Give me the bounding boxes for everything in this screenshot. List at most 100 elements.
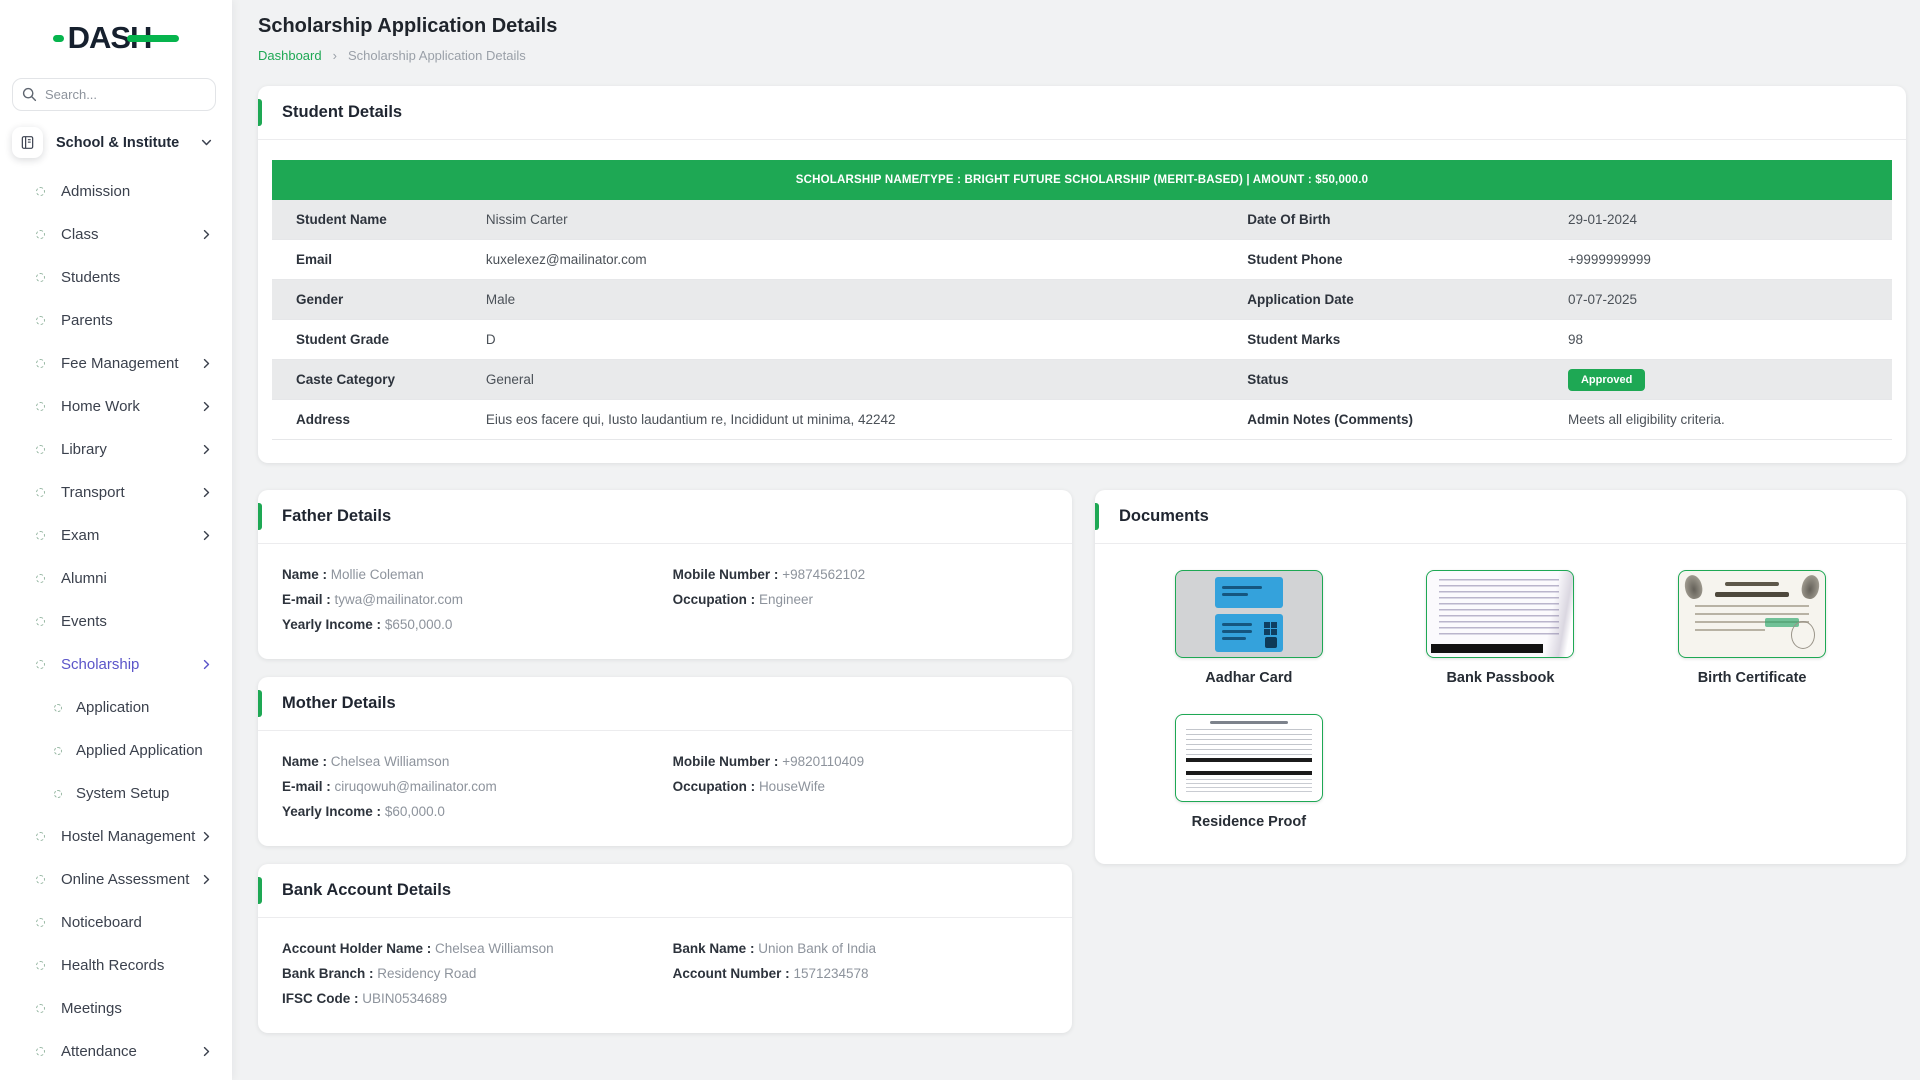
sidebar-section-school-institute[interactable]: School & Institute bbox=[12, 127, 220, 158]
field-label: Student Name bbox=[272, 212, 486, 227]
dashed-circle-icon bbox=[54, 790, 62, 798]
sidebar-item-fee-management[interactable]: Fee Management bbox=[0, 342, 232, 385]
documents-card: Documents Aadhar CardBank PassbookBirth … bbox=[1095, 490, 1906, 864]
info-column: Name : Chelsea WilliamsonE-mail : ciruqo… bbox=[282, 754, 673, 819]
residence-proof-thumbnail[interactable] bbox=[1175, 714, 1323, 802]
right-column: Documents Aadhar CardBank PassbookBirth … bbox=[1095, 490, 1906, 864]
field-label: Student Marks bbox=[1247, 332, 1568, 347]
sidebar-item-parents[interactable]: Parents bbox=[0, 299, 232, 342]
chevron-right-icon bbox=[201, 874, 212, 885]
info-field-value: $60,000.0 bbox=[385, 804, 445, 819]
sidebar-item-library[interactable]: Library bbox=[0, 428, 232, 471]
sidebar-item-label: Applied Application bbox=[76, 742, 212, 759]
dashed-circle-icon bbox=[36, 359, 45, 368]
info-field-value: Engineer bbox=[759, 592, 813, 607]
sidebar-item-noticeboard[interactable]: Noticeboard bbox=[0, 901, 232, 944]
info-field-label: Name : bbox=[282, 754, 327, 769]
dashed-circle-icon bbox=[54, 747, 62, 755]
info-field: Occupation : Engineer bbox=[673, 592, 1048, 607]
sidebar-item-scholarship[interactable]: Scholarship bbox=[0, 643, 232, 686]
sidebar-item-alumni[interactable]: Alumni bbox=[0, 557, 232, 600]
sidebar-item-admission[interactable]: Admission bbox=[0, 170, 232, 213]
sidebar-item-label: Library bbox=[61, 441, 201, 458]
chevron-right-icon bbox=[201, 831, 212, 842]
field-label: Email bbox=[272, 252, 486, 267]
dashed-circle-icon bbox=[36, 574, 45, 583]
logo-dash-icon bbox=[53, 35, 64, 42]
field-label: Gender bbox=[272, 292, 486, 307]
sidebar-section-label: School & Institute bbox=[56, 135, 201, 151]
sidebar-item-exam[interactable]: Exam bbox=[0, 514, 232, 557]
info-field-value: UBIN0534689 bbox=[362, 991, 447, 1006]
field-value: 98 bbox=[1568, 332, 1892, 347]
sidebar-item-online-assessment[interactable]: Online Assessment bbox=[0, 858, 232, 901]
chevron-right-icon bbox=[201, 444, 212, 455]
bank-passbook-thumbnail[interactable] bbox=[1426, 570, 1574, 658]
info-field-value: HouseWife bbox=[759, 779, 825, 794]
dashed-circle-icon bbox=[36, 1004, 45, 1013]
breadcrumb-current: Scholarship Application Details bbox=[348, 48, 526, 63]
sidebar-item-home-work[interactable]: Home Work bbox=[0, 385, 232, 428]
aadhar-card-thumbnail[interactable] bbox=[1175, 570, 1323, 658]
info-field-label: Yearly Income : bbox=[282, 617, 381, 632]
dashed-circle-icon bbox=[36, 230, 45, 239]
sidebar-item-label: Health Records bbox=[61, 957, 212, 974]
sidebar-item-label: Scholarship bbox=[61, 656, 201, 673]
sidebar-item-hostel-management[interactable]: Hostel Management bbox=[0, 815, 232, 858]
birth-certificate-thumbnail[interactable] bbox=[1678, 570, 1826, 658]
dashed-circle-icon bbox=[36, 273, 45, 282]
breadcrumb-separator-icon: › bbox=[333, 48, 337, 63]
info-field: Account Holder Name : Chelsea Williamson bbox=[282, 941, 673, 956]
sidebar-item-label: Attendance bbox=[61, 1043, 201, 1060]
sidebar-item-label: Online Assessment bbox=[61, 871, 201, 888]
sidebar-item-label: Exam bbox=[61, 527, 201, 544]
app-logo[interactable]: DASH bbox=[0, 0, 232, 64]
sidebar-item-system-setup[interactable]: System Setup bbox=[0, 772, 232, 815]
search-input[interactable] bbox=[12, 78, 216, 111]
info-field-value: 1571234578 bbox=[793, 966, 868, 981]
field-label: Status bbox=[1247, 372, 1568, 387]
student-table-row: Student GradeDStudent Marks98 bbox=[272, 320, 1892, 360]
document-label: Bank Passbook bbox=[1446, 670, 1554, 686]
sidebar-item-events[interactable]: Events bbox=[0, 600, 232, 643]
mother-details-card: Mother Details Name : Chelsea Williamson… bbox=[258, 677, 1072, 846]
sidebar-item-health-records[interactable]: Health Records bbox=[0, 944, 232, 987]
info-field-value: ciruqowuh@mailinator.com bbox=[335, 779, 497, 794]
dashed-circle-icon bbox=[36, 961, 45, 970]
main-content: Scholarship Application Details Dashboar… bbox=[232, 0, 1920, 1080]
info-column: Account Holder Name : Chelsea Williamson… bbox=[282, 941, 673, 1006]
document-item-residence-proof: Residence Proof bbox=[1123, 714, 1375, 830]
sidebar-item-transport[interactable]: Transport bbox=[0, 471, 232, 514]
sidebar-item-application[interactable]: Application bbox=[0, 686, 232, 729]
sidebar-item-class[interactable]: Class bbox=[0, 213, 232, 256]
breadcrumb-dashboard-link[interactable]: Dashboard bbox=[258, 48, 322, 63]
info-field: Bank Branch : Residency Road bbox=[282, 966, 673, 981]
sidebar-item-attendance[interactable]: Attendance bbox=[0, 1030, 232, 1073]
documents-grid: Aadhar CardBank PassbookBirth Certificat… bbox=[1095, 544, 1906, 864]
student-details-title: Student Details bbox=[258, 86, 1906, 140]
mother-details-title: Mother Details bbox=[258, 677, 1072, 731]
sidebar-item-label: Events bbox=[61, 613, 212, 630]
info-field: Mobile Number : +9820110409 bbox=[673, 754, 1048, 769]
sidebar-item-applied-application[interactable]: Applied Application bbox=[0, 729, 232, 772]
info-field-value: Mollie Coleman bbox=[331, 567, 424, 582]
sidebar-item-label: Noticeboard bbox=[61, 914, 212, 931]
student-table-row: GenderMaleApplication Date07-07-2025 bbox=[272, 280, 1892, 320]
info-field-label: Occupation : bbox=[673, 779, 756, 794]
info-column: Mobile Number : +9874562102Occupation : … bbox=[673, 567, 1048, 632]
mother-details-body: Name : Chelsea WilliamsonE-mail : ciruqo… bbox=[258, 731, 1072, 846]
field-value: D bbox=[486, 332, 1247, 347]
sidebar-item-meetings[interactable]: Meetings bbox=[0, 987, 232, 1030]
field-value: Male bbox=[486, 292, 1247, 307]
sidebar-item-students[interactable]: Students bbox=[0, 256, 232, 299]
dashed-circle-icon bbox=[54, 704, 62, 712]
field-value: Approved bbox=[1568, 369, 1892, 391]
document-label: Residence Proof bbox=[1192, 814, 1306, 830]
documents-title: Documents bbox=[1095, 490, 1906, 544]
info-field-value: $650,000.0 bbox=[385, 617, 453, 632]
info-field: Bank Name : Union Bank of India bbox=[673, 941, 1048, 956]
page-title: Scholarship Application Details bbox=[258, 15, 1906, 38]
dashed-circle-icon bbox=[36, 875, 45, 884]
info-field-label: Mobile Number : bbox=[673, 754, 779, 769]
info-field-value: Chelsea Williamson bbox=[331, 754, 450, 769]
